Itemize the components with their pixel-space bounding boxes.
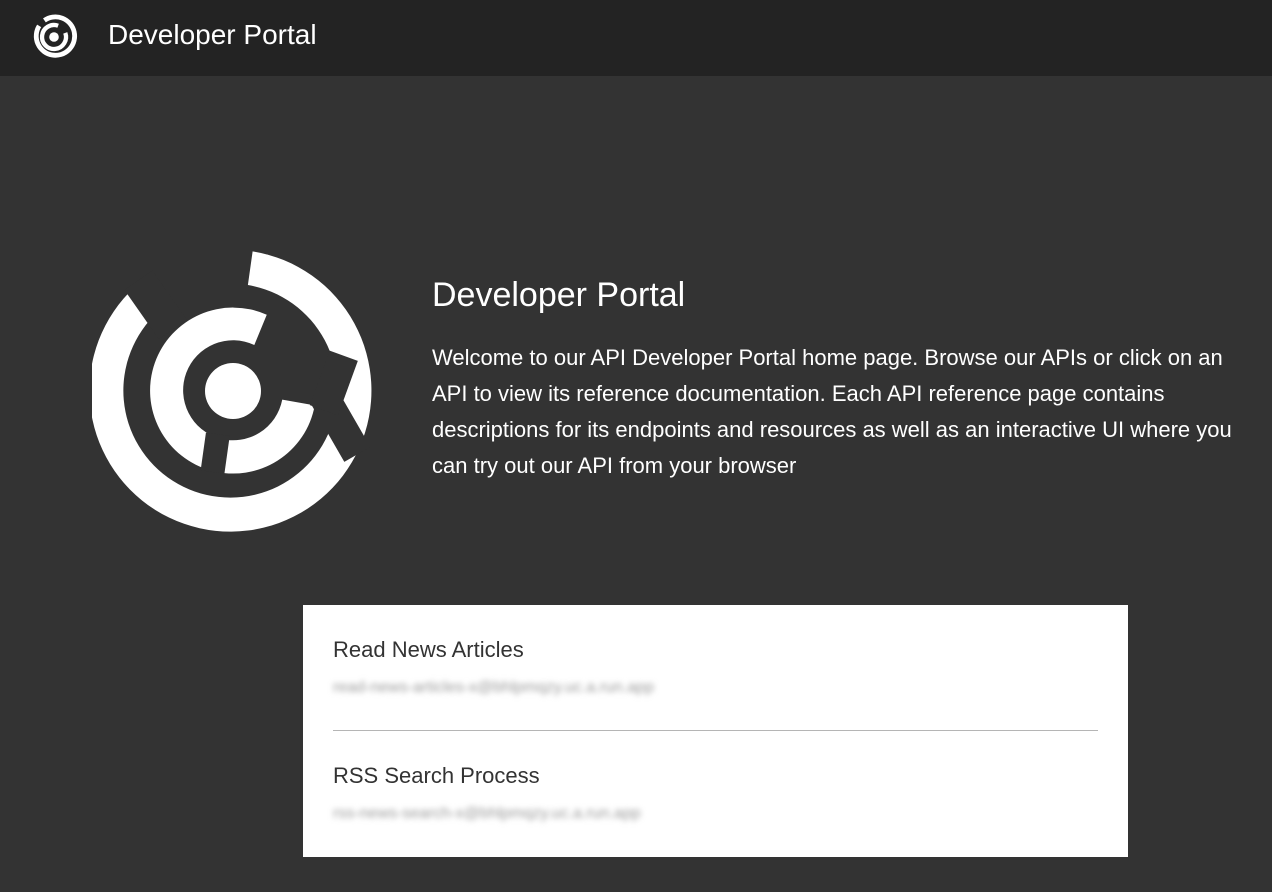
api-list-item[interactable]: Read News Articles read-news-articles-x@…: [333, 605, 1098, 730]
header-title[interactable]: Developer Portal: [108, 17, 317, 53]
hero-description: Welcome to our API Developer Portal home…: [432, 345, 1232, 478]
top-bar: Developer Portal: [0, 0, 1272, 76]
api-owner-email: read-news-articles-x@bhlpmqzy.uc.a.run.a…: [333, 679, 654, 696]
api-list-card: Read News Articles read-news-articles-x@…: [303, 605, 1128, 857]
api-list-item[interactable]: RSS Search Process rss-news-search-x@bhl…: [333, 730, 1098, 857]
portal-logo-icon[interactable]: [30, 13, 78, 61]
api-owner-email: rss-news-search-x@bhlpmqzy.uc.a.run.app: [333, 805, 641, 822]
hero-title: Developer Portal: [432, 276, 686, 314]
portal-logo-icon: [92, 251, 372, 532]
api-name[interactable]: Read News Articles: [333, 635, 524, 665]
api-name[interactable]: RSS Search Process: [333, 761, 540, 791]
